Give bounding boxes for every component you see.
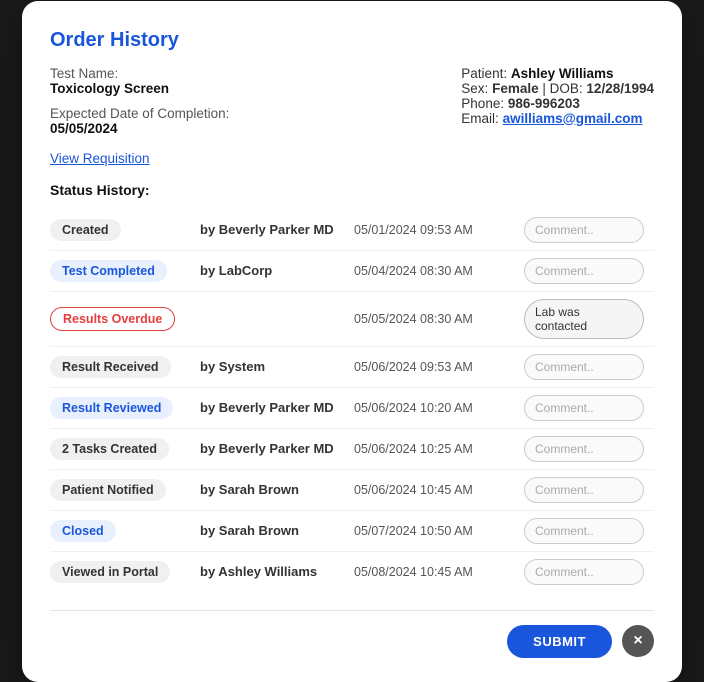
status-date: 05/06/2024 09:53 AM [354,360,524,374]
patient-name-row: Patient: Ashley Williams [461,66,654,81]
patient-name: Ashley Williams [511,66,614,81]
comment-input[interactable] [524,354,644,380]
status-row: Test Completed by LabCorp05/04/2024 08:30… [50,251,654,292]
status-by: by LabCorp [200,263,354,278]
sex-dob-row: Sex: Female | DOB: 12/28/1994 [461,81,654,96]
patient-details: Patient: Ashley Williams Sex: Female | D… [461,66,654,126]
info-left: Test Name: Toxicology Screen Expected Da… [50,66,229,136]
comment-input[interactable] [524,436,644,462]
status-by: by Ashley Williams [200,564,354,579]
status-badge: Viewed in Portal [50,561,170,583]
status-badge: Closed [50,520,116,542]
status-date: 05/06/2024 10:45 AM [354,483,524,497]
status-by: by Sarah Brown [200,482,354,497]
comment-input[interactable] [524,477,644,503]
status-date: 05/08/2024 10:45 AM [354,565,524,579]
phone-row: Phone: 986-996203 [461,96,654,111]
submit-button[interactable]: SUBMIT [507,625,612,658]
footer: SUBMIT × [50,625,654,658]
test-name-label: Test Name: [50,66,229,81]
order-history-modal: Order History Test Name: Toxicology Scre… [22,1,682,682]
status-row: 2 Tasks Created by Beverly Parker MD05/06… [50,429,654,470]
status-row: Viewed in Portal by Ashley Williams05/08/… [50,552,654,592]
expected-date-label: Expected Date of Completion: [50,106,229,121]
status-badge: Patient Notified [50,479,166,501]
status-date: 05/05/2024 08:30 AM [354,312,524,326]
status-by: by Beverly Parker MD [200,400,354,415]
email-row: Email: awilliams@gmail.com [461,111,654,126]
status-date: 05/04/2024 08:30 AM [354,264,524,278]
status-date: 05/01/2024 09:53 AM [354,223,524,237]
patient-label: Patient: [461,66,507,81]
email-link[interactable]: awilliams@gmail.com [503,111,643,126]
status-row: Created by Beverly Parker MD05/01/2024 09… [50,210,654,251]
status-row: Results Overdue 05/05/2024 08:30 AMLab wa… [50,292,654,347]
comment-input[interactable] [524,258,644,284]
status-badge: Created [50,219,121,241]
divider [50,610,654,611]
status-badge: Result Reviewed [50,397,173,419]
status-row: Result Received by System05/06/2024 09:53… [50,347,654,388]
comment-input[interactable] [524,395,644,421]
view-requisition-link[interactable]: View Requisition [50,151,150,166]
comment-filled: Lab was contacted [524,299,644,339]
status-badge: Result Received [50,356,171,378]
info-section: Test Name: Toxicology Screen Expected Da… [50,66,654,136]
expected-date-value: 05/05/2024 [50,121,229,136]
modal-title: Order History [50,29,654,52]
status-row: Result Reviewed by Beverly Parker MD05/06… [50,388,654,429]
close-button[interactable]: × [622,625,654,657]
status-badge: Results Overdue [50,307,175,331]
status-by: by Beverly Parker MD [200,222,354,237]
status-by: by Beverly Parker MD [200,441,354,456]
comment-input[interactable] [524,559,644,585]
status-badge: Test Completed [50,260,167,282]
comment-input[interactable] [524,518,644,544]
status-date: 05/06/2024 10:20 AM [354,401,524,415]
status-badge: 2 Tasks Created [50,438,169,460]
status-rows-container: Createdby Beverly Parker MD05/01/2024 09… [50,210,654,592]
status-date: 05/07/2024 10:50 AM [354,524,524,538]
status-by: by System [200,359,354,374]
test-name-value: Toxicology Screen [50,81,229,96]
comment-input[interactable] [524,217,644,243]
status-row: Closed by Sarah Brown05/07/2024 10:50 AM [50,511,654,552]
status-by: by Sarah Brown [200,523,354,538]
status-row: Patient Notified by Sarah Brown05/06/2024… [50,470,654,511]
status-history-label: Status History: [50,182,654,198]
status-date: 05/06/2024 10:25 AM [354,442,524,456]
